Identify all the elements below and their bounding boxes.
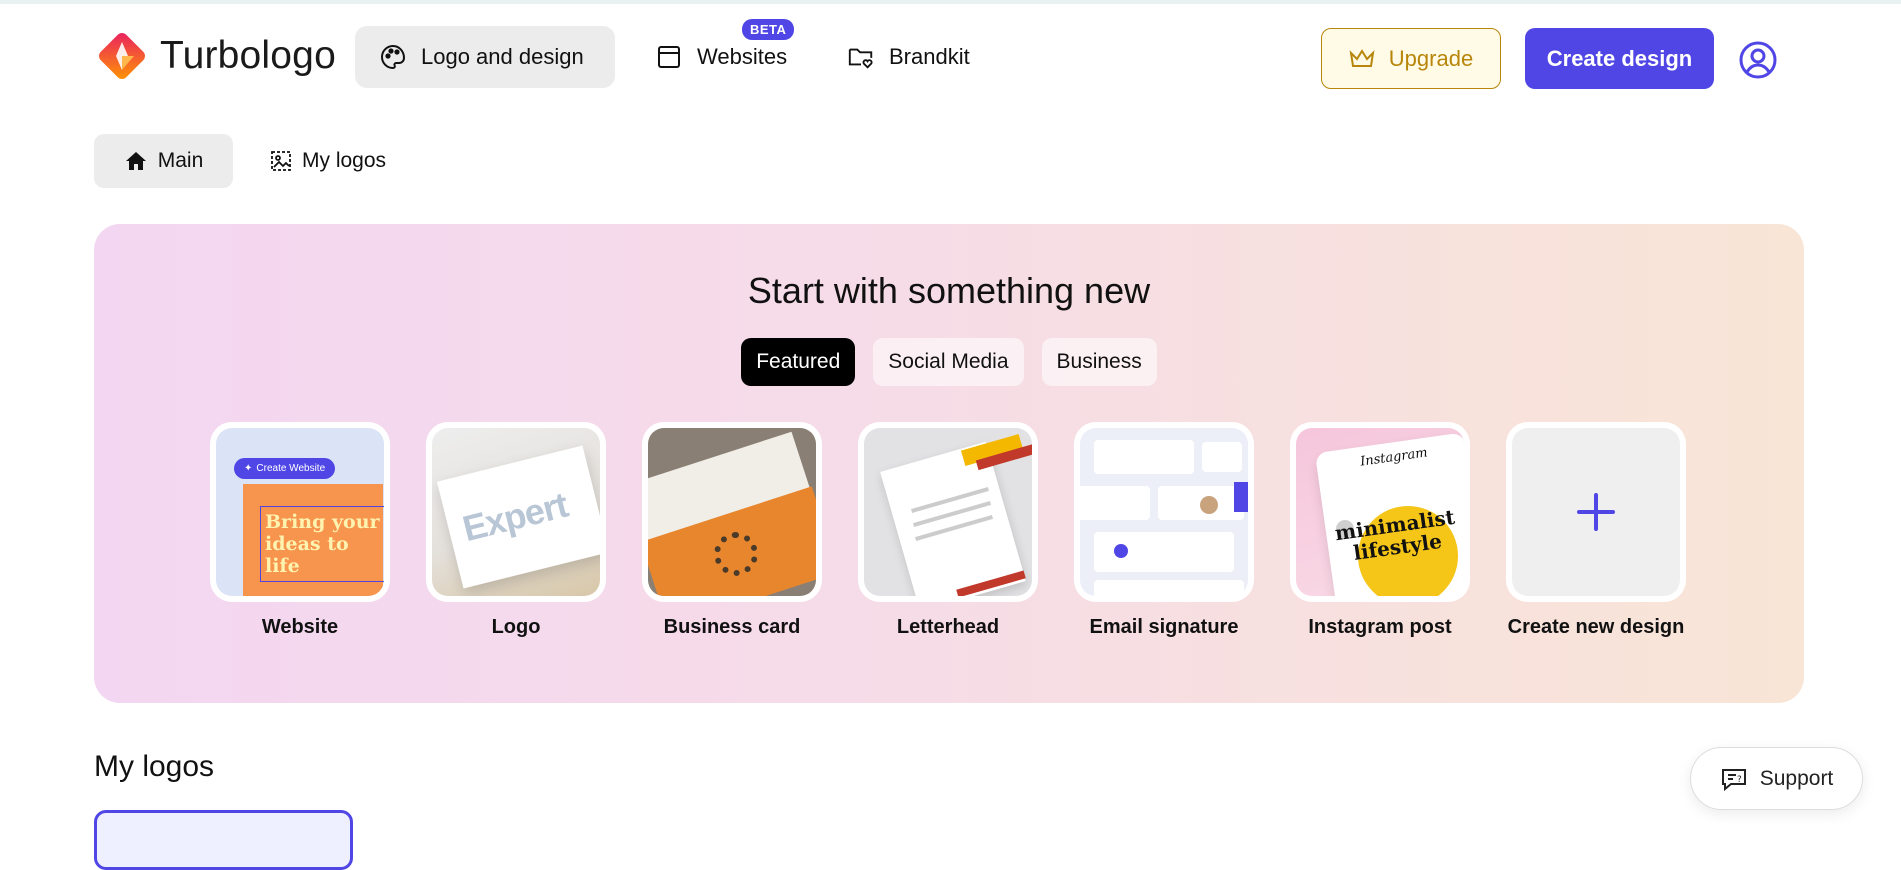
card-thumbnail	[1506, 422, 1686, 602]
beta-badge: BETA	[742, 19, 795, 40]
create-new-preview	[1512, 428, 1680, 596]
sparkle-icon: ✦	[244, 463, 253, 474]
svg-text:?: ?	[1737, 775, 1742, 785]
brand-name: Turbologo	[160, 34, 336, 77]
folder-heart-icon	[847, 43, 875, 71]
nav-label: Brandkit	[889, 44, 970, 69]
brand-logo[interactable]: Turbologo	[94, 28, 336, 84]
card-label: Logo	[491, 616, 541, 638]
subnav-my-logos[interactable]: My logos	[270, 134, 386, 188]
subnav-main[interactable]: Main	[94, 134, 233, 188]
logo-preview: Expert	[432, 428, 600, 596]
start-new-section: Start with something new Featured Social…	[94, 224, 1804, 703]
upgrade-label: Upgrade	[1388, 45, 1474, 71]
logo-card[interactable]	[94, 810, 353, 870]
user-avatar-icon[interactable]	[1738, 40, 1778, 80]
support-label: Support	[1759, 766, 1834, 790]
turbologo-logo-icon	[99, 33, 145, 79]
create-design-button[interactable]: Create design	[1525, 28, 1714, 89]
nav-brandkit[interactable]: Brandkit	[823, 26, 993, 88]
nav-label: Websites	[697, 44, 788, 69]
home-icon	[125, 152, 146, 170]
nav-label: Logo and design	[421, 44, 584, 69]
logos-gallery-icon	[271, 151, 291, 171]
support-button[interactable]: ? Support	[1690, 747, 1863, 810]
card-thumbnail: Instagram minimalist lifestyle	[1290, 422, 1470, 602]
crown-icon	[1349, 48, 1375, 67]
palette-icon	[379, 43, 407, 71]
create-website-badge: ✦ Create Website	[234, 458, 336, 479]
card-label: Create new design	[1507, 616, 1685, 638]
card-website[interactable]: ✦ Create Website Bring your ideas to life…	[210, 422, 390, 639]
card-label: Business card	[663, 616, 801, 638]
subnav-label: My logos	[302, 149, 387, 172]
card-label: Letterhead	[896, 616, 1000, 638]
section-title: Start with something new	[747, 270, 1151, 311]
my-logos-heading: My logos	[94, 750, 215, 783]
card-thumbnail	[1074, 422, 1254, 602]
category-tabs: Featured Social Media Business	[94, 338, 1804, 386]
preview-text: Bring your ideas to life	[260, 506, 384, 582]
card-instagram-post[interactable]: Instagram minimalist lifestyle Instagram…	[1290, 422, 1470, 639]
card-label: Website	[261, 616, 339, 638]
card-logo[interactable]: Expert Logo	[426, 422, 606, 639]
card-thumbnail: ✦ Create Website Bring your ideas to life	[210, 422, 390, 602]
tab-social-media[interactable]: Social Media	[873, 338, 1024, 386]
design-type-list: ✦ Create Website Bring your ideas to life…	[210, 422, 1686, 639]
plus-icon	[1577, 493, 1615, 531]
card-label: Instagram post	[1308, 616, 1452, 638]
chat-help-icon: ?	[1721, 768, 1746, 791]
upgrade-button[interactable]: Upgrade	[1321, 28, 1501, 89]
card-thumbnail: Expert	[426, 422, 606, 602]
letterhead-preview	[864, 428, 1032, 596]
instagram-preview: Instagram minimalist lifestyle	[1296, 428, 1464, 596]
nav-logo-and-design[interactable]: Logo and design	[355, 26, 615, 88]
subnav-label: Main	[157, 149, 204, 172]
card-create-new-design[interactable]: Create new design	[1506, 422, 1686, 639]
card-label: Email signature	[1089, 616, 1239, 638]
business-card-preview	[648, 428, 816, 596]
sun-logo-icon	[714, 532, 758, 576]
email-signature-preview	[1080, 428, 1248, 596]
card-business-card[interactable]: Business card	[642, 422, 822, 639]
card-thumbnail	[642, 422, 822, 602]
card-letterhead[interactable]: Letterhead	[858, 422, 1038, 639]
tab-featured[interactable]: Featured	[741, 338, 856, 386]
website-preview: ✦ Create Website Bring your ideas to life	[216, 428, 384, 596]
card-thumbnail	[858, 422, 1038, 602]
tab-business[interactable]: Business	[1041, 338, 1157, 386]
header: Turbologo Logo and design Websites BETA …	[0, 4, 1901, 110]
browser-window-icon	[655, 43, 683, 71]
card-email-signature[interactable]: Email signature	[1074, 422, 1254, 639]
